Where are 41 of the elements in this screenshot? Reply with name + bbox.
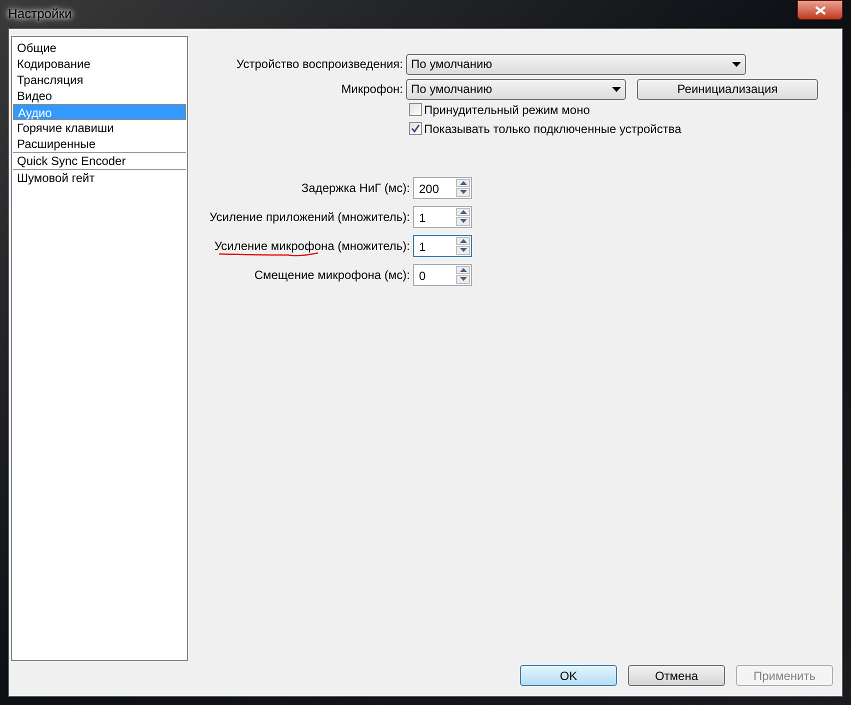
- checkbox-label: Принудительный режим моно: [424, 102, 590, 118]
- category-item[interactable]: Видео: [13, 88, 186, 104]
- checkmark-icon: [411, 124, 420, 133]
- dropdown-caret-icon: [612, 86, 621, 92]
- number-spinner[interactable]: 0: [413, 264, 472, 286]
- category-item[interactable]: Шумовой гейт: [13, 170, 186, 186]
- window-title: Настройки: [8, 5, 72, 24]
- spin-down-icon[interactable]: [456, 217, 470, 226]
- close-button[interactable]: [797, 0, 843, 20]
- device-dropdown[interactable]: По умолчанию: [406, 54, 746, 74]
- dialog-button[interactable]: OK: [520, 665, 617, 686]
- field-label: Смещение микрофона (мс):: [254, 266, 410, 284]
- category-item[interactable]: Кодирование: [13, 56, 186, 72]
- category-item[interactable]: Горячие клавиши: [13, 120, 186, 136]
- field-label: Устройство воспроизведения:: [236, 56, 403, 73]
- field-label: Усиление микрофона (множитель):: [214, 236, 410, 254]
- spin-up-icon[interactable]: [456, 178, 470, 187]
- spin-up-icon[interactable]: [456, 266, 470, 274]
- spin-up-icon[interactable]: [456, 208, 470, 216]
- device-dropdown[interactable]: По умолчанию: [406, 78, 626, 100]
- dialog-button[interactable]: Отмена: [628, 665, 725, 686]
- category-item[interactable]: Расширенные: [13, 136, 186, 152]
- field-label: Задержка НиГ (мс):: [301, 180, 410, 196]
- checkbox[interactable]: [409, 103, 422, 116]
- number-spinner[interactable]: 1: [413, 234, 472, 256]
- number-spinner[interactable]: 1: [413, 206, 472, 228]
- spin-down-icon[interactable]: [456, 246, 470, 254]
- category-item[interactable]: Трансляция: [13, 72, 186, 88]
- close-icon: [814, 6, 826, 14]
- spin-up-icon[interactable]: [456, 236, 470, 245]
- spin-down-icon[interactable]: [456, 188, 470, 196]
- field-label: Микрофон:: [341, 81, 403, 98]
- dropdown-caret-icon: [732, 62, 741, 66]
- number-spinner[interactable]: 200: [413, 176, 472, 198]
- category-item[interactable]: Общие: [13, 40, 186, 56]
- spin-down-icon[interactable]: [456, 275, 470, 284]
- reinit-button[interactable]: Реинициализация: [637, 78, 818, 100]
- field-label: Усиление приложений (множитель):: [209, 208, 410, 226]
- checkbox[interactable]: [409, 122, 422, 135]
- category-item[interactable]: Quick Sync Encoder: [13, 153, 186, 169]
- checkbox-label: Показывать только подключенные устройства: [424, 120, 682, 138]
